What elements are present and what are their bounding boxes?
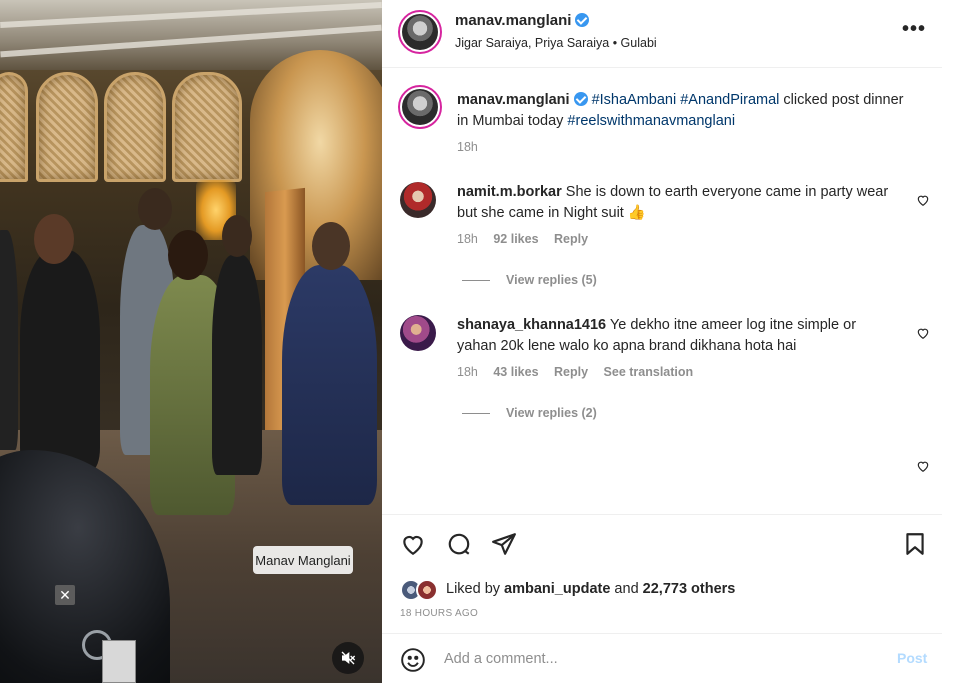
comment-time[interactable]: 18h: [457, 365, 478, 379]
mute-button[interactable]: [332, 642, 364, 674]
header-subtitle[interactable]: Jigar Saraiya, Priya Saraiya • Gulabi: [455, 36, 657, 50]
avatar[interactable]: [398, 85, 442, 129]
comment-likes[interactable]: 92 likes: [493, 232, 538, 246]
cane-panel: [0, 72, 28, 182]
comment-time[interactable]: 18h: [457, 232, 478, 246]
header-username[interactable]: manav.manglani: [455, 12, 590, 29]
caption-hashtags[interactable]: #IshaAmbani #AnandPiramal: [592, 92, 780, 108]
comment-input[interactable]: [444, 648, 864, 670]
video-watermark: Manav Manglani: [253, 546, 353, 574]
close-icon[interactable]: ✕: [55, 585, 75, 605]
others-likes-link[interactable]: 22,773 others: [643, 581, 736, 597]
likes-summary: Liked by ambani_update and 22,773 others: [446, 581, 736, 597]
divider: [462, 412, 490, 414]
reply-button[interactable]: Reply: [554, 232, 588, 246]
comment-icon[interactable]: [446, 531, 472, 557]
speaker-muted-icon: [341, 651, 356, 665]
comment: shanaya_khanna1416 Ye dekho itne ameer l…: [457, 315, 897, 379]
person-silhouette: [282, 265, 377, 505]
post-header: manav.manglani Jigar Saraiya, Priya Sara…: [382, 0, 942, 68]
avatar[interactable]: [398, 10, 442, 54]
post-panel: manav.manglani Jigar Saraiya, Priya Sara…: [382, 0, 958, 683]
post-actions: Liked by ambani_update and 22,773 others…: [382, 514, 942, 634]
comment-username[interactable]: namit.m.borkar: [457, 184, 562, 200]
verified-badge-icon: [573, 92, 588, 106]
avatar[interactable]: [400, 315, 436, 351]
liked-by-user[interactable]: ambani_update: [504, 581, 610, 597]
like-comment-icon[interactable]: [916, 459, 930, 473]
post-button[interactable]: Post: [897, 650, 927, 666]
like-comment-icon[interactable]: [916, 326, 930, 340]
like-comment-icon[interactable]: [916, 193, 930, 207]
caption-hashtag[interactable]: #reelswithmanavmanglani: [567, 113, 735, 129]
post-time[interactable]: 18 HOURS AGO: [400, 608, 478, 619]
verified-badge-icon: [575, 13, 590, 27]
add-comment-bar: Post: [382, 633, 942, 683]
caption-username[interactable]: manav.manglani: [457, 92, 570, 108]
person-silhouette: [0, 230, 18, 450]
person-head: [222, 215, 252, 257]
avatar[interactable]: [416, 579, 438, 601]
avatar[interactable]: [400, 182, 436, 218]
reply-button[interactable]: Reply: [554, 365, 588, 379]
cane-panel: [172, 72, 242, 182]
comment-likes[interactable]: 43 likes: [493, 365, 538, 379]
person-silhouette: [212, 255, 262, 475]
caption: manav.manglani #IshaAmbani #AnandPiramal…: [457, 90, 907, 154]
reel-video[interactable]: Manav Manglani ✕: [0, 0, 382, 683]
view-replies-button[interactable]: View replies (5): [462, 273, 597, 287]
cane-panel: [36, 72, 98, 182]
comment-username[interactable]: shanaya_khanna1416: [457, 317, 606, 333]
person-head: [34, 214, 74, 264]
emoji-icon[interactable]: [400, 647, 426, 673]
caption-time[interactable]: 18h: [457, 140, 478, 154]
bookmark-icon[interactable]: [902, 531, 928, 557]
license-plate: [102, 640, 136, 683]
comments-list[interactable]: manav.manglani #IshaAmbani #AnandPiramal…: [382, 69, 942, 514]
view-replies-button[interactable]: View replies (2): [462, 406, 597, 420]
person-silhouette: [20, 250, 100, 470]
cane-panel: [104, 72, 166, 182]
person-head: [312, 222, 350, 270]
person-head: [168, 230, 208, 280]
see-translation-button[interactable]: See translation: [604, 365, 694, 379]
more-options-icon[interactable]: •••: [902, 18, 926, 41]
comment: namit.m.borkar She is down to earth ever…: [457, 182, 897, 246]
person-head: [138, 188, 172, 230]
divider: [462, 279, 490, 281]
heart-icon[interactable]: [400, 531, 426, 557]
share-icon[interactable]: [491, 531, 517, 557]
